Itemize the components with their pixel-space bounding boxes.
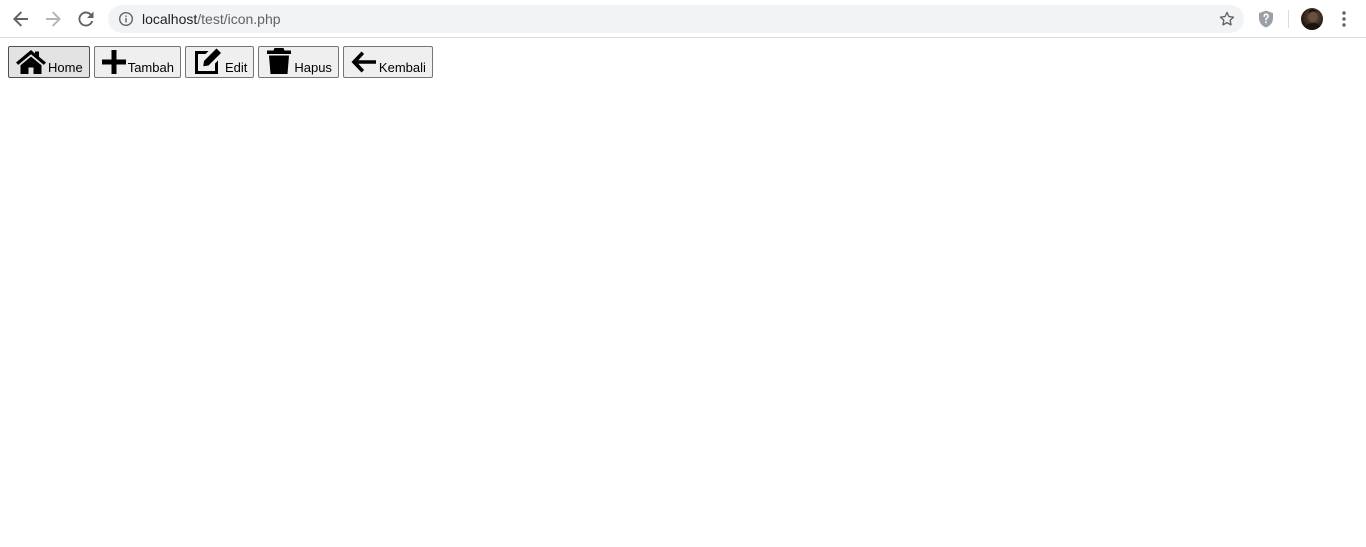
reload-button[interactable]: [74, 7, 98, 31]
tambah-button[interactable]: Tambah: [93, 46, 181, 78]
hapus-button[interactable]: Hapus: [258, 46, 339, 78]
edit-label: Edit: [224, 60, 248, 75]
hapus-label: Hapus: [294, 60, 332, 75]
trash-icon: [267, 48, 292, 74]
url-host: localhost: [142, 11, 198, 27]
reload-icon: [78, 11, 94, 27]
browser-toolbar: localhost/test/icon.php: [0, 0, 1366, 38]
address-bar[interactable]: localhost/test/icon.php: [108, 5, 1244, 33]
kebab-menu-icon[interactable]: [1336, 9, 1352, 29]
arrow-right-icon: [46, 11, 61, 27]
kembali-label: Kembali: [378, 60, 426, 75]
button-group: Home Tambah Edit Hapus Kembali: [8, 46, 433, 78]
star-icon[interactable]: [1218, 10, 1236, 28]
avatar[interactable]: [1301, 8, 1323, 30]
arrow-left-icon: [351, 51, 376, 73]
shield-icon[interactable]: [1256, 9, 1276, 29]
kembali-button[interactable]: Kembali: [342, 46, 433, 78]
arrow-left-icon: [13, 11, 28, 27]
tambah-label: Tambah: [127, 60, 174, 75]
url-path: /test/icon.php: [197, 11, 281, 27]
toolbar-separator: [1288, 10, 1289, 28]
profile-photo-icon: [1304, 9, 1322, 30]
forward-button[interactable]: [41, 7, 65, 31]
edit-button[interactable]: Edit: [184, 46, 255, 78]
home-label: Home: [48, 60, 83, 75]
plus-icon: [101, 50, 126, 74]
home-button[interactable]: Home: [8, 46, 90, 78]
home-icon: [16, 50, 46, 74]
edit-icon: [194, 48, 221, 74]
back-button[interactable]: [9, 7, 33, 31]
url-text[interactable]: localhost/test/icon.php: [142, 11, 281, 27]
info-icon[interactable]: [118, 11, 134, 27]
